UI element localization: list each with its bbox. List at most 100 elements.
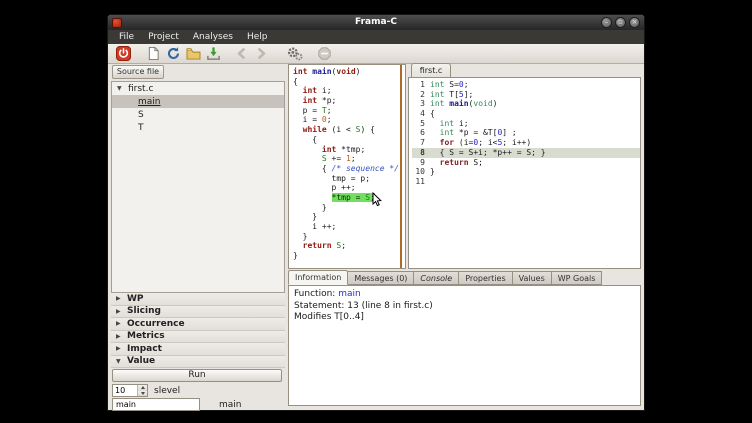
code-token: ] ; bbox=[502, 128, 516, 137]
tab-first-c[interactable]: first.c bbox=[411, 63, 451, 78]
code-line[interactable]: Modifies T[0..4] bbox=[294, 312, 635, 324]
save-session-button[interactable] bbox=[203, 45, 223, 63]
code-token: *p = &T[ bbox=[454, 128, 497, 137]
line-number: 2 bbox=[412, 90, 425, 100]
menu-analyses[interactable]: Analyses bbox=[186, 30, 240, 44]
code-token bbox=[293, 241, 303, 250]
expander-metrics[interactable]: ▶ Metrics bbox=[111, 331, 285, 344]
code-line[interactable]: while (i < S) { bbox=[293, 125, 399, 135]
slevel-input[interactable] bbox=[113, 385, 137, 396]
line-number: 1 bbox=[412, 80, 425, 90]
code-line[interactable]: S += 1; bbox=[293, 154, 399, 164]
code-line[interactable]: 10} bbox=[412, 167, 640, 177]
slevel-label: slevel bbox=[154, 386, 180, 396]
tab-properties[interactable]: Properties bbox=[459, 271, 512, 285]
code-line[interactable]: 9 return S; bbox=[412, 158, 640, 168]
menu-project[interactable]: Project bbox=[141, 30, 186, 44]
reload-button[interactable] bbox=[163, 45, 183, 63]
code-line[interactable]: { bbox=[293, 135, 399, 145]
code-line[interactable]: return S; bbox=[293, 241, 399, 251]
code-line[interactable]: Function: main bbox=[294, 289, 635, 301]
code-line[interactable]: *tmp = S; bbox=[293, 193, 399, 203]
code-line[interactable]: 6 int *p = &T[0] ; bbox=[412, 128, 640, 138]
frama-c-window: Frama-C – ▫ × File Project Analyses Help bbox=[107, 14, 645, 411]
tree-item-s[interactable]: S bbox=[112, 108, 284, 121]
quit-button[interactable] bbox=[113, 45, 133, 63]
menu-file[interactable]: File bbox=[112, 30, 141, 44]
code-line[interactable]: 2int T[5]; bbox=[412, 90, 640, 100]
line-number: 6 bbox=[412, 128, 425, 138]
source-file-tree: ▼ first.c main S T bbox=[111, 81, 285, 293]
maximize-button[interactable]: ▫ bbox=[615, 17, 626, 28]
titlebar[interactable]: Frama-C – ▫ × bbox=[108, 15, 644, 30]
original-source-panel[interactable]: 1int S=0;2int T[5];3int main(void)4{5 in… bbox=[408, 77, 641, 269]
code-token: ) { bbox=[360, 125, 374, 134]
code-line[interactable]: { /* sequence */ bbox=[293, 164, 399, 174]
minimize-button[interactable]: – bbox=[601, 17, 612, 28]
expander-wp[interactable]: ▶ WP bbox=[111, 293, 285, 306]
expander-down-icon[interactable]: ▼ bbox=[117, 85, 128, 92]
code-token: } bbox=[293, 212, 317, 221]
source-files-button[interactable] bbox=[143, 45, 163, 63]
close-button[interactable]: × bbox=[629, 17, 640, 28]
source-file-header-button[interactable]: Source file bbox=[112, 65, 164, 79]
expander-occurrence[interactable]: ▶ Occurrence bbox=[111, 318, 285, 331]
code-line[interactable]: 8 { S = S+i; *p++ = S; } bbox=[412, 148, 640, 158]
code-line[interactable]: 11 bbox=[412, 177, 640, 187]
line-number: 3 bbox=[412, 99, 425, 109]
code-line[interactable]: Statement: 13 (line 8 in first.c) bbox=[294, 301, 635, 313]
code-line[interactable]: p = T; bbox=[293, 106, 399, 116]
tree-item-main[interactable]: main bbox=[112, 95, 284, 108]
tab-information[interactable]: Information bbox=[288, 270, 348, 285]
tab-values[interactable]: Values bbox=[513, 271, 552, 285]
tab-wp-goals[interactable]: WP Goals bbox=[552, 271, 603, 285]
code-line[interactable]: 1int S=0; bbox=[412, 80, 640, 90]
code-token: int bbox=[322, 145, 336, 154]
main-function-input[interactable] bbox=[112, 398, 200, 411]
code-line[interactable]: } bbox=[293, 212, 399, 222]
code-line[interactable]: i = 0; bbox=[293, 115, 399, 125]
code-token: } bbox=[293, 251, 298, 260]
slevel-spinbox[interactable] bbox=[112, 384, 148, 397]
stop-button[interactable] bbox=[314, 45, 334, 63]
tree-item-first-c[interactable]: ▼ first.c bbox=[112, 82, 284, 95]
analyses-button[interactable] bbox=[285, 45, 305, 63]
gears-icon bbox=[287, 46, 303, 61]
plugin-label: Slicing bbox=[127, 306, 161, 316]
code-line[interactable]: int *tmp; bbox=[293, 145, 399, 155]
code-line[interactable]: int i; bbox=[293, 86, 399, 96]
code-token: tmp = p; bbox=[293, 174, 370, 183]
code-line[interactable]: 4{ bbox=[412, 109, 640, 119]
expander-value[interactable]: ▼ Value bbox=[111, 356, 285, 369]
tab-messages[interactable]: Messages (0) bbox=[348, 271, 414, 285]
code-line[interactable]: } bbox=[293, 203, 399, 213]
code-token: i = bbox=[293, 115, 322, 124]
back-button[interactable] bbox=[231, 45, 251, 63]
run-button[interactable]: Run bbox=[112, 369, 282, 382]
code-line[interactable]: } bbox=[293, 251, 399, 261]
code-line[interactable]: int main(void) bbox=[293, 67, 399, 77]
code-line[interactable]: i ++; bbox=[293, 222, 399, 232]
menu-help[interactable]: Help bbox=[240, 30, 275, 44]
code-line[interactable]: int *p; bbox=[293, 96, 399, 106]
tree-item-t[interactable]: T bbox=[112, 121, 284, 134]
code-line[interactable]: 3int main(void) bbox=[412, 99, 640, 109]
menubar: File Project Analyses Help bbox=[108, 30, 644, 44]
forward-button[interactable] bbox=[251, 45, 271, 63]
code-token: i; bbox=[317, 86, 331, 95]
expander-right-icon: ▶ bbox=[116, 333, 127, 340]
line-number: 8 bbox=[412, 148, 425, 158]
code-line[interactable]: tmp = p; bbox=[293, 174, 399, 184]
code-token bbox=[430, 128, 440, 137]
tab-console[interactable]: Console bbox=[414, 271, 459, 285]
code-line[interactable]: 7 for (i=0; i<5; i++) bbox=[412, 138, 640, 148]
code-line[interactable]: { bbox=[293, 77, 399, 87]
load-session-button[interactable] bbox=[183, 45, 203, 63]
spin-down-icon[interactable] bbox=[138, 391, 147, 397]
code-line[interactable]: p ++; bbox=[293, 183, 399, 193]
code-line[interactable]: 5 int i; bbox=[412, 119, 640, 129]
expander-slicing[interactable]: ▶ Slicing bbox=[111, 306, 285, 319]
expander-impact[interactable]: ▶ Impact bbox=[111, 343, 285, 356]
cil-code-panel[interactable]: int main(void){ int i; int *p; p = T; i … bbox=[288, 64, 406, 269]
code-line[interactable]: } bbox=[293, 232, 399, 242]
